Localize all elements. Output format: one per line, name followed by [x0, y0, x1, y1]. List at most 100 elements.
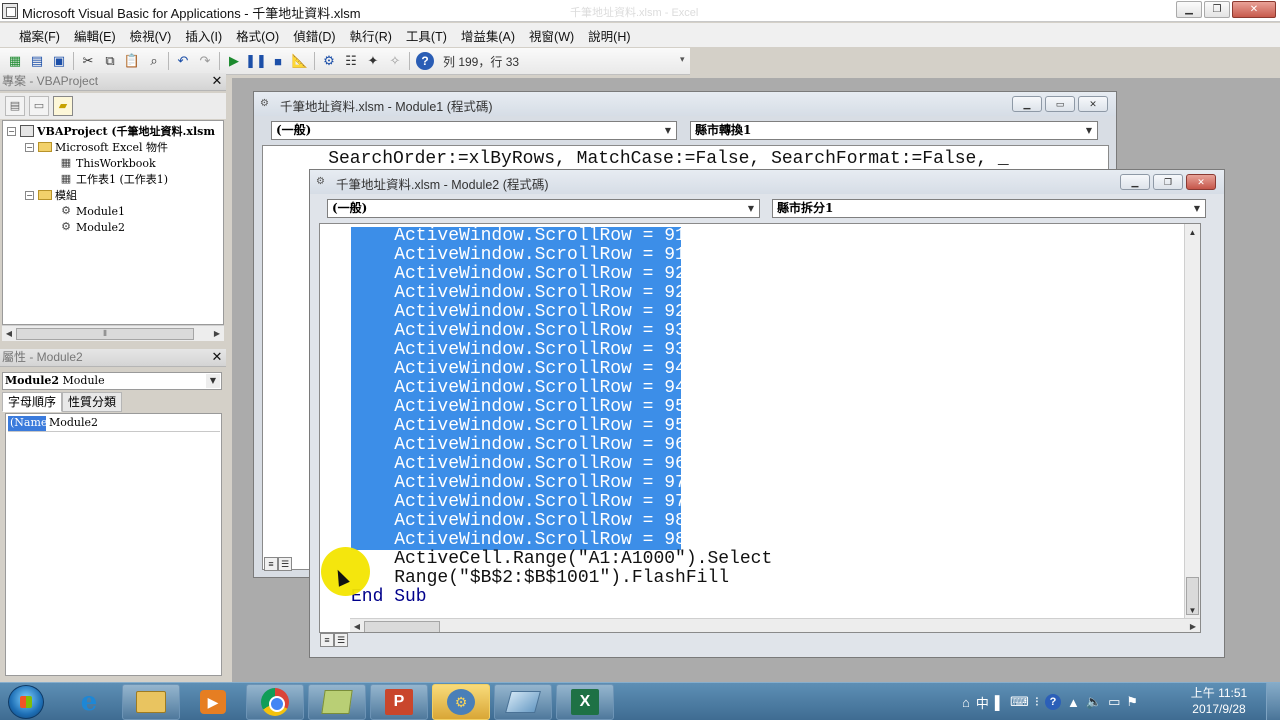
menu-window[interactable]: 視窗(W) [522, 26, 581, 45]
help-icon[interactable]: ? [416, 52, 434, 70]
chevron-down-icon[interactable]: ▼ [661, 123, 675, 137]
scroll-left-icon[interactable]: ◀ [2, 329, 16, 338]
properties-object-select[interactable]: Module2 Module ▼ [2, 372, 222, 390]
full-module-view-icon[interactable]: ☰ [334, 633, 348, 647]
paste-icon[interactable]: 📋 [121, 51, 143, 71]
action-center-flag-icon[interactable]: ⚑ [1126, 694, 1138, 710]
scroll-thumb[interactable]: ⦀ [16, 327, 194, 340]
close-button[interactable]: ✕ [1078, 96, 1108, 112]
ime-help-icon[interactable]: ? [1045, 694, 1061, 710]
menu-file[interactable]: 檔案(F) [12, 26, 67, 45]
minimize-button[interactable]: ▁ [1176, 1, 1202, 18]
menu-format[interactable]: 格式(O) [229, 26, 286, 45]
start-button[interactable] [8, 685, 44, 719]
taskbar-chrome[interactable] [246, 684, 304, 720]
minimize-button[interactable]: ▁ [1120, 174, 1150, 190]
break-icon[interactable]: ❚❚ [245, 51, 267, 71]
tree-item-modules[interactable]: − 模組 [25, 187, 77, 203]
run-icon[interactable]: ▶ [223, 51, 245, 71]
taskbar-vba-editor[interactable]: ⚙ [432, 684, 490, 720]
scroll-right-icon[interactable]: ▶ [1186, 622, 1200, 631]
module2-procedure-combo[interactable]: 縣市拆分1 ▼ [772, 199, 1206, 218]
taskbar-excel[interactable]: X [556, 684, 614, 720]
toggle-folders-icon[interactable]: ▰ [53, 96, 73, 116]
collapse-icon[interactable]: − [25, 190, 34, 200]
view-excel-icon[interactable]: ▦ [4, 51, 26, 71]
tree-item-excel-objects[interactable]: − Microsoft Excel 物件 [25, 139, 168, 155]
chevron-down-icon[interactable]: ▼ [1190, 201, 1204, 215]
tab-alphabetic[interactable]: 字母順序 [2, 392, 63, 412]
taskbar-media-player[interactable]: ▶ [184, 684, 242, 720]
chevron-down-icon[interactable]: ▼ [1082, 123, 1096, 137]
module2-code-editor[interactable]: ActiveWindow.ScrollRow = 913 ActiveWindo… [319, 223, 1201, 633]
toolbox-icon[interactable]: ✧ [384, 51, 406, 71]
redo-icon[interactable]: ↷ [194, 51, 216, 71]
menu-debug[interactable]: 偵錯(D) [286, 26, 342, 45]
full-module-view-icon[interactable]: ☰ [278, 557, 292, 571]
properties-window-icon[interactable]: ☷ [340, 51, 362, 71]
scroll-up-icon[interactable]: ▲ [1185, 226, 1200, 240]
project-pane-close-button[interactable]: ✕ [210, 74, 224, 89]
module2-object-combo[interactable]: (一般) ▼ [327, 199, 760, 218]
scroll-down-icon[interactable]: ▼ [1185, 604, 1200, 618]
properties-pane-close-button[interactable]: ✕ [210, 350, 224, 365]
network-icon[interactable]: ▭ [1108, 694, 1120, 710]
copy-icon[interactable]: ⧉ [99, 51, 121, 71]
menu-insert[interactable]: 插入(I) [178, 26, 229, 45]
scroll-left-icon[interactable]: ◀ [350, 622, 364, 631]
procedure-view-icon[interactable]: ≡ [320, 633, 334, 647]
module1-object-combo[interactable]: (一般) ▼ [271, 121, 677, 140]
code-vscrollbar[interactable]: ▲ ▼ [1184, 224, 1200, 618]
insert-userform-icon[interactable]: ▤ [26, 51, 48, 71]
ime-options-icon[interactable]: ⁝ [1035, 694, 1039, 710]
show-hidden-icons-chevron[interactable]: ▲ [1067, 695, 1080, 710]
menu-help[interactable]: 說明(H) [581, 26, 637, 45]
find-icon[interactable]: ⌕ [143, 51, 165, 71]
cut-icon[interactable]: ✂ [77, 51, 99, 71]
close-button[interactable]: ✕ [1232, 1, 1276, 18]
object-browser-icon[interactable]: ✦ [362, 51, 384, 71]
ime-chinese-mode[interactable]: 中 [976, 693, 989, 712]
procedure-view-icon[interactable]: ≡ [264, 557, 278, 571]
ime-settings-icon[interactable]: ⌂ [962, 695, 970, 710]
maximize-button[interactable]: ▭ [1045, 96, 1075, 112]
menu-tools[interactable]: 工具(T) [399, 26, 454, 45]
property-value[interactable]: Module2 [46, 416, 98, 431]
save-icon[interactable]: ▣ [48, 51, 70, 71]
property-row[interactable]: (Name) Module2 [8, 416, 220, 432]
tree-item-thisworkbook[interactable]: ▦ ThisWorkbook [59, 155, 156, 171]
chevron-down-icon[interactable]: ▼ [206, 374, 220, 388]
scroll-thumb[interactable] [364, 620, 440, 632]
restore-button[interactable]: ❐ [1204, 1, 1230, 18]
menu-addins[interactable]: 增益集(A) [454, 26, 522, 45]
tree-item-module2[interactable]: ⚙ Module2 [59, 219, 125, 235]
view-code-icon[interactable]: ▤ [5, 96, 25, 116]
taskbar-powerpoint[interactable]: P [370, 684, 428, 720]
tree-item-module1[interactable]: ⚙ Module1 [59, 203, 125, 219]
show-desktop-button[interactable] [1266, 683, 1280, 720]
taskbar-internet-explorer[interactable]: e [60, 684, 118, 720]
module1-procedure-combo[interactable]: 縣市轉換1 ▼ [690, 121, 1098, 140]
ime-keyboard-icon[interactable]: ⌨ [1010, 694, 1029, 710]
project-tree-hscrollbar[interactable]: ◀ ⦀ ▶ [2, 325, 224, 341]
close-button[interactable]: ✕ [1186, 174, 1216, 190]
module1-title-bar[interactable]: ⚙ 千筆地址資料.xlsm - Module1 (程式碼) ▁ ▭ ✕ [254, 92, 1116, 116]
minimize-button[interactable]: ▁ [1012, 96, 1042, 112]
menu-edit[interactable]: 編輯(E) [67, 26, 123, 45]
scroll-right-icon[interactable]: ▶ [210, 329, 224, 338]
menu-view[interactable]: 檢視(V) [123, 26, 179, 45]
collapse-icon[interactable]: − [7, 126, 16, 136]
view-object-icon[interactable]: ▭ [29, 96, 49, 116]
taskbar-clock[interactable]: 上午 11:51 2017/9/28 [1186, 685, 1252, 717]
tree-item-sheet1[interactable]: ▦ 工作表1 (工作表1) [59, 171, 168, 187]
taskbar-file-explorer[interactable] [122, 684, 180, 720]
design-mode-icon[interactable]: 📐 [289, 51, 311, 71]
ime-fullwidth-icon[interactable]: ▌ [995, 695, 1004, 710]
undo-icon[interactable]: ↶ [172, 51, 194, 71]
tab-categorized[interactable]: 性質分類 [62, 392, 123, 412]
module2-code-window[interactable]: ⚙ 千筆地址資料.xlsm - Module2 (程式碼) ▁ ❐ ✕ (一般)… [309, 169, 1225, 658]
reset-icon[interactable]: ■ [267, 51, 289, 71]
taskbar-snipping-tool[interactable] [494, 684, 552, 720]
taskbar-sticky-notes[interactable] [308, 684, 366, 720]
code-hscrollbar[interactable]: ◀ ▶ [350, 618, 1200, 632]
